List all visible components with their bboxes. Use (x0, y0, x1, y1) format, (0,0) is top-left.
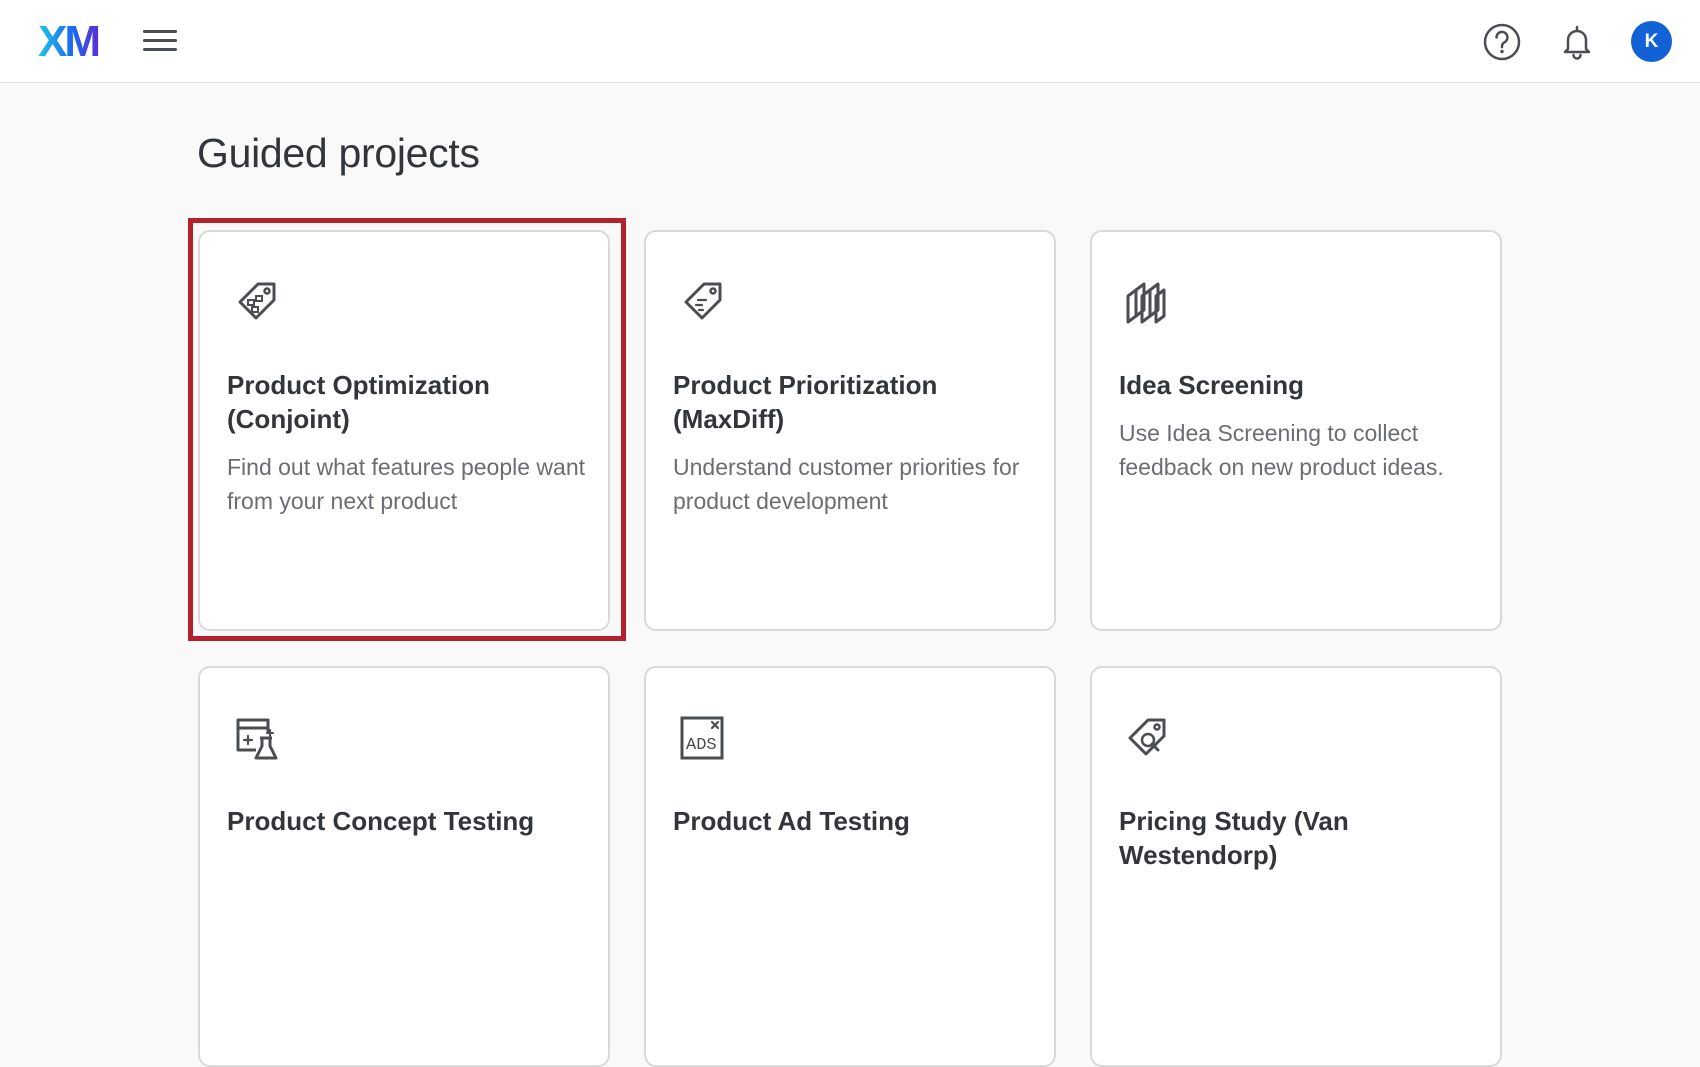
card-title: Idea Screening (1119, 370, 1304, 400)
concept-flask-icon (236, 718, 278, 760)
card-description: Use Idea Screening to collect feedback o… (1119, 420, 1444, 480)
project-card-maxdiff[interactable]: Product Prioritization (MaxDiff) Underst… (644, 230, 1056, 631)
page-title: Guided projects (197, 130, 480, 176)
card-title: Product Ad Testing (673, 806, 910, 836)
project-card-concept-testing[interactable]: Product Concept Testing (198, 666, 610, 1067)
card-title: Product Concept Testing (227, 806, 535, 836)
card-title: Pricing Study (Van Westendorp) (1119, 806, 1349, 870)
card-description: Find out what features people want from … (227, 454, 586, 514)
user-avatar[interactable]: K (1631, 21, 1672, 62)
project-card-ad-testing[interactable]: ADS Product Ad Testing (644, 666, 1056, 1067)
project-card-idea-screening[interactable]: Idea Screening Use Idea Screening to col… (1090, 230, 1502, 631)
card-title: Product Prioritization (MaxDiff) (673, 370, 938, 434)
project-card-pricing-study[interactable]: Pricing Study (Van Westendorp) (1090, 666, 1502, 1067)
svg-text:XM: XM (38, 20, 98, 60)
xm-logo[interactable]: XM (38, 20, 104, 60)
price-tag-lines-icon (684, 282, 722, 320)
card-description: Understand customer priorities for produ… (673, 454, 1020, 514)
price-tag-search-icon (1128, 718, 1166, 756)
project-card-conjoint[interactable]: Product Optimization (Conjoint) Find out… (198, 230, 610, 631)
hamburger-menu-icon[interactable] (140, 24, 180, 58)
stacked-cards-icon (1126, 282, 1166, 324)
price-tag-grid-icon (238, 282, 276, 320)
svg-text:ADS: ADS (686, 736, 717, 755)
card-title: Product Optimization (Conjoint) (227, 370, 490, 434)
help-circle-icon[interactable] (1480, 20, 1524, 64)
bell-icon[interactable] (1555, 20, 1599, 64)
ads-icon: ADS (680, 716, 724, 760)
top-bar: XM K (0, 0, 1700, 83)
